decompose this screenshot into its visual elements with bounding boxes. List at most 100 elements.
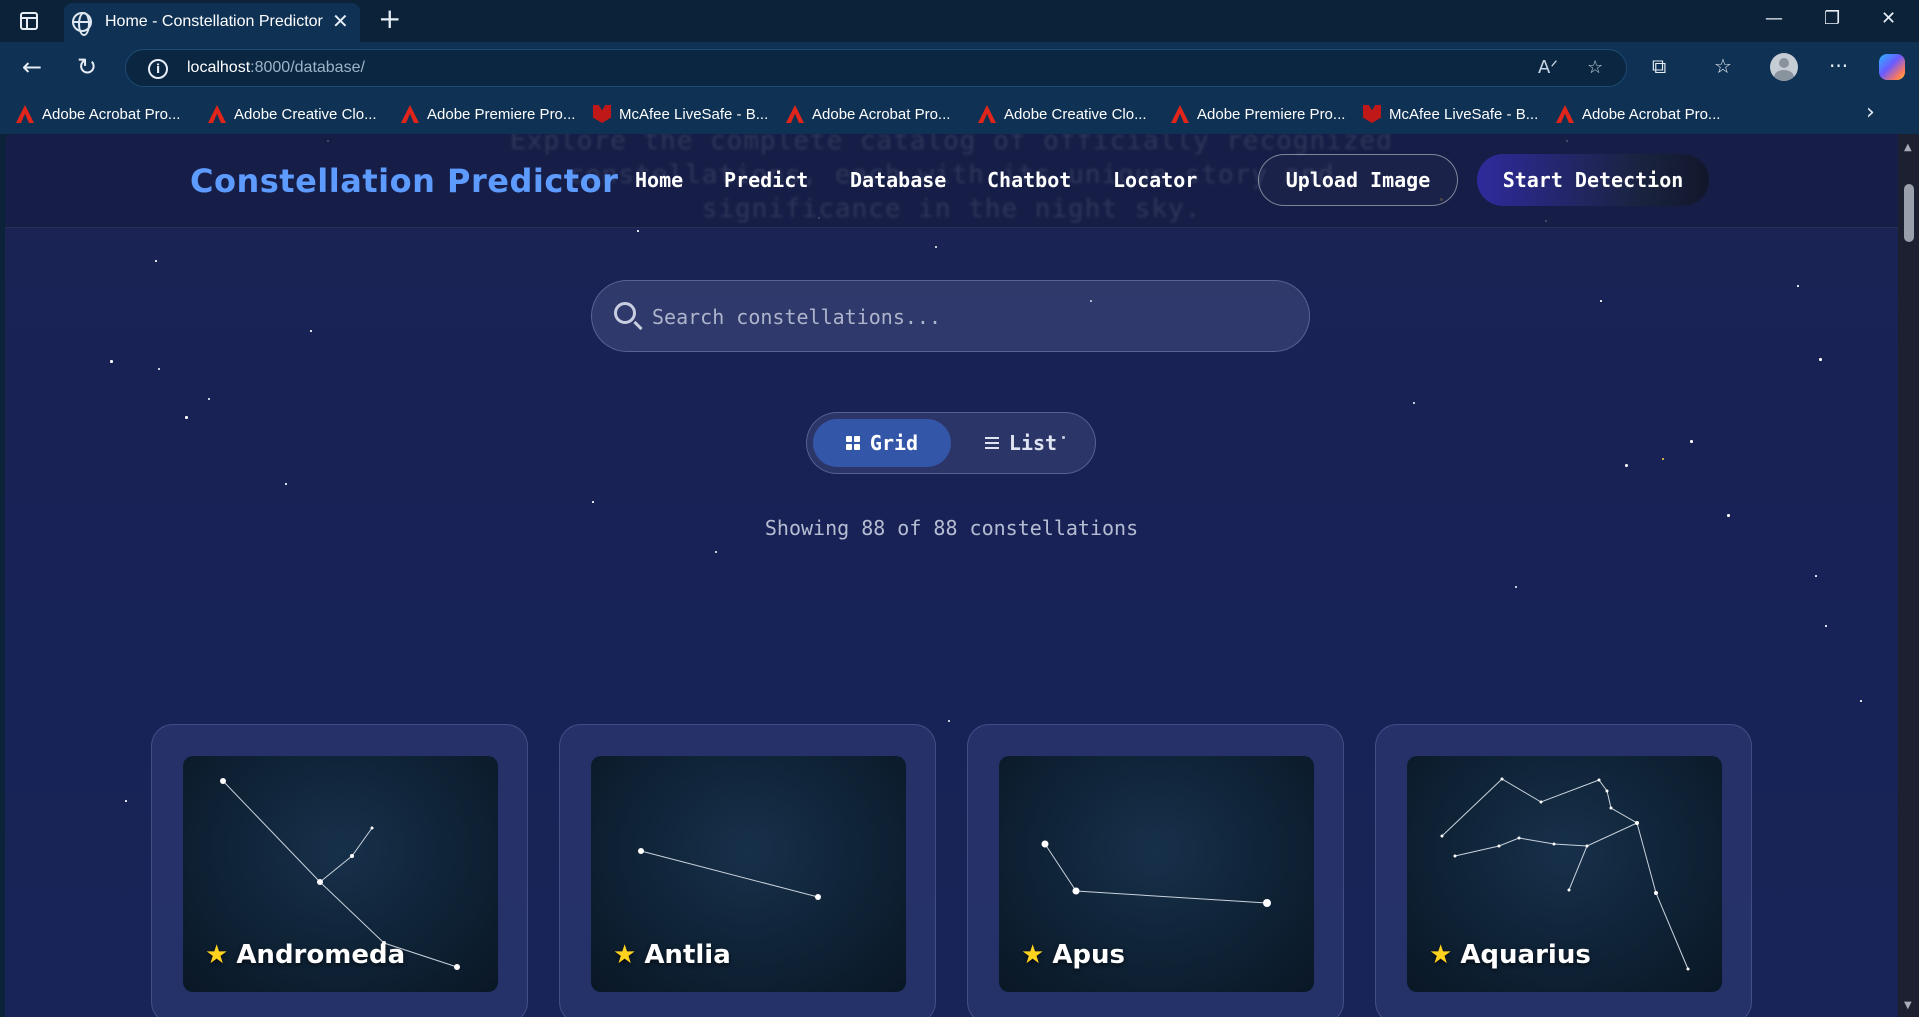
grid-icon — [845, 436, 860, 450]
profile-avatar[interactable] — [1770, 53, 1798, 81]
chevron-right-icon[interactable]: › — [1866, 100, 1875, 125]
nav-locator[interactable]: Locator — [1113, 168, 1197, 192]
background-star — [948, 720, 950, 722]
favorites-icon[interactable]: ☆ — [1714, 54, 1732, 78]
background-star — [310, 330, 312, 332]
site-header: Constellation Predictor Home Predict Dat… — [5, 134, 1898, 228]
close-tab-icon[interactable]: ✕ — [332, 9, 349, 33]
constellation-card-antlia[interactable]: ★ Antlia — [559, 724, 936, 1017]
view-toggle: Grid List — [806, 412, 1096, 474]
start-detection-button[interactable]: Start Detection — [1477, 154, 1709, 206]
back-icon[interactable]: ← — [22, 53, 42, 81]
browser-tab[interactable]: Home - Constellation Predictor ✕ — [64, 3, 360, 42]
grid-view-button[interactable]: Grid — [813, 419, 951, 467]
scroll-thumb[interactable] — [1904, 184, 1914, 242]
constellation-image: ★ Antlia — [591, 756, 906, 992]
background-star — [1825, 625, 1827, 627]
background-star — [1797, 285, 1799, 287]
background-star — [110, 360, 113, 363]
bookmark-item[interactable]: Adobe Premiere Pro... — [1171, 102, 1345, 126]
adobe-icon — [978, 105, 996, 123]
bookmarks-bar: Adobe Acrobat Pro... Adobe Creative Clo..… — [0, 94, 1919, 134]
site-logo[interactable]: Constellation Predictor — [190, 162, 618, 200]
page-viewport: Explore the complete catalog of official… — [5, 134, 1898, 1017]
constellation-image: ★ Aquarius — [1407, 756, 1722, 992]
background-star — [935, 246, 937, 248]
bookmark-item[interactable]: Adobe Creative Clo... — [978, 102, 1147, 126]
bookmark-item[interactable]: Adobe Acrobat Pro... — [1556, 102, 1720, 126]
background-star — [637, 230, 639, 232]
nav-database[interactable]: Database — [850, 168, 946, 192]
scroll-up-icon[interactable]: ▲ — [1904, 142, 1912, 153]
card-title: ★ Andromeda — [205, 940, 406, 970]
constellation-card-apus[interactable]: ★ Apus — [967, 724, 1344, 1017]
read-aloud-icon[interactable]: Aᐟ — [1538, 57, 1558, 78]
background-star — [155, 260, 157, 262]
background-star — [285, 483, 287, 485]
upload-image-button[interactable]: Upload Image — [1258, 154, 1458, 206]
tab-actions-icon[interactable] — [20, 12, 38, 30]
search-bar — [591, 280, 1310, 352]
star-icon: ★ — [205, 940, 229, 970]
browser-tab-bar: Home - Constellation Predictor ✕ + — ❐ ✕ — [0, 0, 1919, 42]
star-icon: ★ — [1429, 940, 1453, 970]
star-icon: ★ — [613, 940, 637, 970]
adobe-icon — [1171, 105, 1189, 123]
bookmark-item[interactable]: Adobe Premiere Pro... — [401, 102, 575, 126]
background-star — [1515, 586, 1517, 588]
background-star — [158, 368, 160, 370]
mcafee-icon — [1363, 105, 1381, 123]
background-star — [1600, 300, 1602, 302]
adobe-icon — [16, 105, 34, 123]
search-input[interactable] — [652, 299, 1272, 335]
mcafee-icon — [593, 105, 611, 123]
nav-home[interactable]: Home — [635, 168, 683, 192]
constellation-card-aquarius[interactable]: ★ Aquarius — [1375, 724, 1752, 1017]
extensions-icon[interactable]: ⧉ — [1652, 54, 1666, 78]
background-star — [1625, 464, 1628, 467]
star-icon: ★ — [1021, 940, 1045, 970]
restore-icon[interactable]: ❐ — [1824, 8, 1840, 29]
bookmark-item[interactable]: Adobe Acrobat Pro... — [16, 102, 180, 126]
bookmark-item[interactable]: McAfee LiveSafe - B... — [1363, 102, 1538, 126]
favorite-star-icon[interactable]: ☆ — [1587, 57, 1603, 78]
search-icon — [614, 302, 636, 324]
url-text: localhost:8000/database/ — [187, 59, 365, 76]
background-star — [1413, 402, 1415, 404]
bookmark-item[interactable]: Adobe Creative Clo... — [208, 102, 377, 126]
background-star — [1662, 458, 1664, 460]
site-info-icon[interactable]: i — [148, 59, 168, 79]
background-star — [185, 416, 188, 419]
minimize-icon[interactable]: — — [1765, 8, 1783, 29]
address-bar: ← ↻ i localhost:8000/database/ Aᐟ ☆ ⧉ ☆ … — [0, 42, 1919, 94]
list-view-button[interactable]: List — [951, 419, 1091, 467]
constellation-card-andromeda[interactable]: ★ Andromeda — [151, 724, 528, 1017]
url-field[interactable]: i localhost:8000/database/ Aᐟ ☆ — [125, 49, 1627, 87]
reload-icon[interactable]: ↻ — [77, 53, 97, 81]
tab-title: Home - Constellation Predictor — [105, 13, 323, 30]
new-tab-icon[interactable]: + — [378, 2, 401, 35]
list-icon — [984, 437, 999, 449]
bookmark-item[interactable]: McAfee LiveSafe - B... — [593, 102, 768, 126]
constellation-image: ★ Andromeda — [183, 756, 498, 992]
bookmark-item[interactable]: Adobe Acrobat Pro... — [786, 102, 950, 126]
nav-predict[interactable]: Predict — [724, 168, 808, 192]
page-scrollbar[interactable]: ▲ ▼ — [1898, 134, 1919, 1017]
background-star — [715, 551, 717, 553]
adobe-icon — [208, 105, 226, 123]
background-star — [208, 398, 210, 400]
scroll-down-icon[interactable]: ▼ — [1904, 1000, 1912, 1011]
globe-icon — [72, 12, 92, 36]
background-star — [1690, 440, 1693, 443]
card-title: ★ Aquarius — [1429, 940, 1591, 970]
results-count: Showing 88 of 88 constellations — [764, 516, 1139, 540]
background-star — [1860, 700, 1862, 702]
nav-chatbot[interactable]: Chatbot — [987, 168, 1071, 192]
more-menu-icon[interactable]: ··· — [1829, 54, 1848, 78]
adobe-icon — [1556, 105, 1574, 123]
card-title: ★ Apus — [1021, 940, 1126, 970]
background-star — [1819, 358, 1822, 361]
copilot-icon[interactable] — [1879, 54, 1905, 80]
close-window-icon[interactable]: ✕ — [1881, 8, 1896, 29]
background-star — [1815, 575, 1817, 577]
